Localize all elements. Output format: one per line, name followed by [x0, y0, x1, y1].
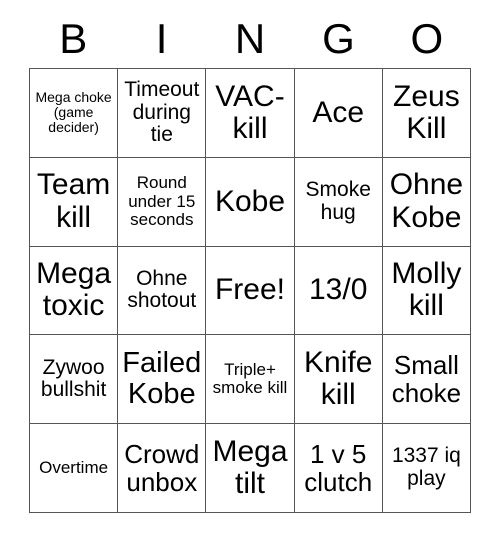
bingo-cell-o2[interactable]: Ohne Kobe: [382, 157, 471, 247]
bingo-cell-label: Ace: [312, 95, 365, 129]
bingo-cell-i4[interactable]: Failed Kobe: [118, 335, 207, 425]
bingo-cell-n1[interactable]: VAC-kill: [206, 69, 295, 158]
bingo-cell-b1[interactable]: Mega choke (game decider): [30, 69, 119, 158]
bingo-cell-b2[interactable]: Team kill: [30, 157, 119, 247]
bingo-card: B I N G O Mega choke (game decider) Timeo…: [0, 0, 500, 544]
bingo-cell-label: VAC-kill: [215, 79, 285, 145]
bingo-cell-label: Zywoo bullshit: [40, 355, 107, 402]
bingo-header-letter-i: I: [155, 15, 168, 62]
bingo-cell-b4[interactable]: Zywoo bullshit: [30, 335, 119, 425]
bingo-cell-label: 1 v 5 clutch: [304, 439, 373, 498]
bingo-cell-g3[interactable]: 13/0: [294, 246, 383, 336]
bingo-cell-label: Timeout during tie: [124, 77, 200, 147]
bingo-cell-label: Mega tilt: [212, 434, 288, 501]
bingo-cell-label: Smoke hug: [305, 178, 371, 224]
bingo-cell-label: Mega toxic: [36, 257, 112, 323]
bingo-cell-label: Ohne shotout: [127, 266, 197, 313]
bingo-cell-n4[interactable]: Triple+ smoke kill: [206, 335, 295, 425]
bingo-header-letter-g: G: [322, 15, 355, 62]
bingo-cell-i2[interactable]: Round under 15 seconds: [118, 157, 207, 247]
bingo-cell-g4[interactable]: Knife kill: [294, 335, 383, 425]
bingo-cell-g2[interactable]: Smoke hug: [294, 157, 383, 247]
bingo-cell-o3[interactable]: Molly kill: [382, 246, 471, 336]
bingo-cell-label: 1337 iq play: [391, 444, 461, 491]
bingo-cell-n2[interactable]: Kobe: [206, 157, 295, 247]
bingo-cell-label: Mega choke (game decider): [35, 89, 112, 136]
bingo-cell-label: Zeus Kill: [393, 79, 460, 145]
bingo-cell-label: Crowd unbox: [124, 439, 200, 498]
bingo-cell-i1[interactable]: Timeout during tie: [118, 69, 207, 158]
bingo-cell-label: Free!: [214, 273, 285, 307]
bingo-cell-i5[interactable]: Crowd unbox: [118, 424, 207, 513]
bingo-cell-b5[interactable]: Overtime: [30, 424, 119, 513]
bingo-cell-label: 13/0: [309, 273, 368, 307]
bingo-cell-o1[interactable]: Zeus Kill: [382, 69, 471, 158]
bingo-cell-o5[interactable]: 1337 iq play: [382, 424, 471, 513]
bingo-cell-n5[interactable]: Mega tilt: [206, 424, 295, 513]
bingo-cell-label: Small choke: [391, 350, 462, 409]
bingo-cell-label: Knife kill: [304, 345, 373, 412]
bingo-grid: Mega choke (game decider) Timeout during …: [29, 68, 471, 513]
bingo-cell-g5[interactable]: 1 v 5 clutch: [294, 424, 383, 513]
bingo-header-letter-b: B: [59, 15, 88, 62]
bingo-cell-o4[interactable]: Small choke: [382, 335, 471, 425]
bingo-cell-label: Ohne Kobe: [389, 168, 464, 234]
bingo-cell-label: Overtime: [39, 457, 109, 477]
bingo-header-letter-o: O: [410, 15, 444, 62]
bingo-cell-b3[interactable]: Mega toxic: [30, 246, 119, 336]
bingo-cell-label: Kobe: [214, 184, 286, 218]
bingo-cell-label: Team kill: [36, 168, 111, 234]
bingo-cell-n3[interactable]: Free!: [206, 246, 295, 336]
bingo-cell-label: Failed Kobe: [122, 346, 202, 411]
bingo-cell-label: Triple+ smoke kill: [212, 359, 288, 398]
bingo-cell-label: Molly kill: [391, 257, 462, 323]
bingo-header-letter-n: N: [234, 15, 266, 62]
bingo-cell-g1[interactable]: Ace: [294, 69, 383, 158]
bingo-header-row: B I N G O: [29, 10, 471, 68]
bingo-cell-i3[interactable]: Ohne shotout: [118, 246, 207, 336]
bingo-cell-label: Round under 15 seconds: [128, 173, 196, 229]
